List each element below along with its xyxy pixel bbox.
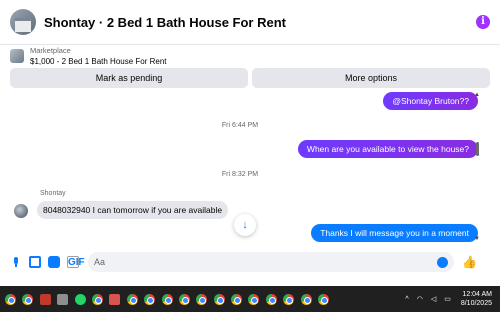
mark-as-pending-button[interactable]: Mark as pending bbox=[10, 68, 248, 88]
app-icon[interactable] bbox=[57, 293, 69, 305]
info-icon[interactable]: i bbox=[476, 15, 490, 29]
chrome-icon[interactable] bbox=[318, 293, 330, 305]
outgoing-message[interactable]: @Shontay Bruton?? bbox=[383, 92, 478, 110]
sender-avatar[interactable] bbox=[14, 204, 28, 218]
chevron-up-icon[interactable]: ^ bbox=[405, 296, 408, 303]
listing-price-title: $1,000 - 2 Bed 1 Bath House For Rent bbox=[30, 57, 167, 66]
chrome-icon[interactable] bbox=[196, 293, 208, 305]
chrome-icon[interactable] bbox=[91, 293, 103, 305]
listing-source-label: Marketplace bbox=[30, 46, 71, 55]
scroll-up-arrow-icon[interactable]: ▲ bbox=[474, 92, 480, 98]
incoming-message[interactable]: 8048032940 I can tomorrow if you are ava… bbox=[37, 201, 229, 219]
chrome-icon[interactable] bbox=[213, 293, 225, 305]
emoji-icon[interactable] bbox=[437, 256, 448, 268]
scrollbar-thumb[interactable] bbox=[476, 142, 479, 156]
outgoing-message[interactable]: When are you available to view the house… bbox=[297, 140, 478, 158]
system-tray: ^ ◠ ◁ ▭ 12:04 AM 8/10/2025 bbox=[397, 290, 500, 308]
message-placeholder: Aa bbox=[94, 257, 106, 267]
thumbs-up-icon[interactable]: 👍 bbox=[462, 255, 477, 269]
message-input[interactable]: Aa bbox=[88, 252, 454, 272]
taskbar-apps bbox=[0, 293, 335, 305]
conversation-title[interactable]: Shontay · 2 Bed 1 Bath House For Rent bbox=[44, 15, 476, 30]
message-composer: GIF Aa 👍 bbox=[0, 250, 500, 274]
house-photo-icon[interactable] bbox=[10, 9, 36, 35]
wifi-icon[interactable]: ◠ bbox=[417, 295, 423, 303]
sticker-icon[interactable] bbox=[48, 256, 60, 268]
chrome-icon[interactable] bbox=[248, 293, 260, 305]
chrome-icon[interactable] bbox=[283, 293, 295, 305]
microphone-icon[interactable] bbox=[10, 256, 22, 268]
marketplace-listing[interactable]: Marketplace $1,000 - 2 Bed 1 Bath House … bbox=[10, 46, 167, 66]
windows-taskbar: ^ ◠ ◁ ▭ 12:04 AM 8/10/2025 bbox=[0, 286, 500, 312]
timestamp: Fri 8:32 PM bbox=[221, 171, 259, 178]
app-icon[interactable] bbox=[109, 293, 121, 305]
clock-date: 8/10/2025 bbox=[460, 300, 492, 307]
outgoing-message[interactable]: Thanks I will message you in a moment bbox=[311, 224, 478, 242]
conversation-header: Shontay · 2 Bed 1 Bath House For Rent i bbox=[0, 0, 500, 44]
volume-icon[interactable]: ◁ bbox=[431, 295, 436, 303]
timestamp: Fri 6:44 PM bbox=[221, 122, 259, 129]
gif-icon[interactable]: GIF bbox=[67, 256, 85, 268]
chrome-icon[interactable] bbox=[126, 293, 138, 305]
house-thumbnail-icon bbox=[10, 49, 24, 63]
scroll-down-arrow-icon[interactable]: ▼ bbox=[474, 236, 480, 242]
battery-icon[interactable]: ▭ bbox=[444, 295, 451, 303]
chrome-icon[interactable] bbox=[300, 293, 312, 305]
chrome-icon[interactable] bbox=[265, 293, 277, 305]
message-thread[interactable]: @Shontay Bruton?? Fri 6:44 PM When are y… bbox=[0, 92, 500, 248]
more-options-button[interactable]: More options bbox=[252, 68, 490, 88]
chrome-icon[interactable] bbox=[22, 293, 34, 305]
listing-actions: Mark as pending More options bbox=[10, 68, 490, 88]
chrome-icon[interactable] bbox=[231, 293, 243, 305]
chat-scrollbar[interactable]: ▲ ▼ bbox=[473, 92, 481, 248]
arrow-down-icon[interactable]: ↓ bbox=[234, 214, 256, 236]
chrome-icon[interactable] bbox=[161, 293, 173, 305]
chrome-icon[interactable] bbox=[178, 293, 190, 305]
sender-name: Shontay bbox=[40, 190, 66, 197]
whatsapp-icon[interactable] bbox=[74, 293, 86, 305]
clock-time: 12:04 AM bbox=[462, 291, 492, 298]
photo-icon[interactable] bbox=[29, 256, 41, 268]
clock[interactable]: 12:04 AM 8/10/2025 bbox=[461, 290, 492, 308]
app-icon[interactable] bbox=[39, 293, 51, 305]
chrome-icon[interactable] bbox=[144, 293, 156, 305]
chrome-icon[interactable] bbox=[5, 293, 16, 305]
